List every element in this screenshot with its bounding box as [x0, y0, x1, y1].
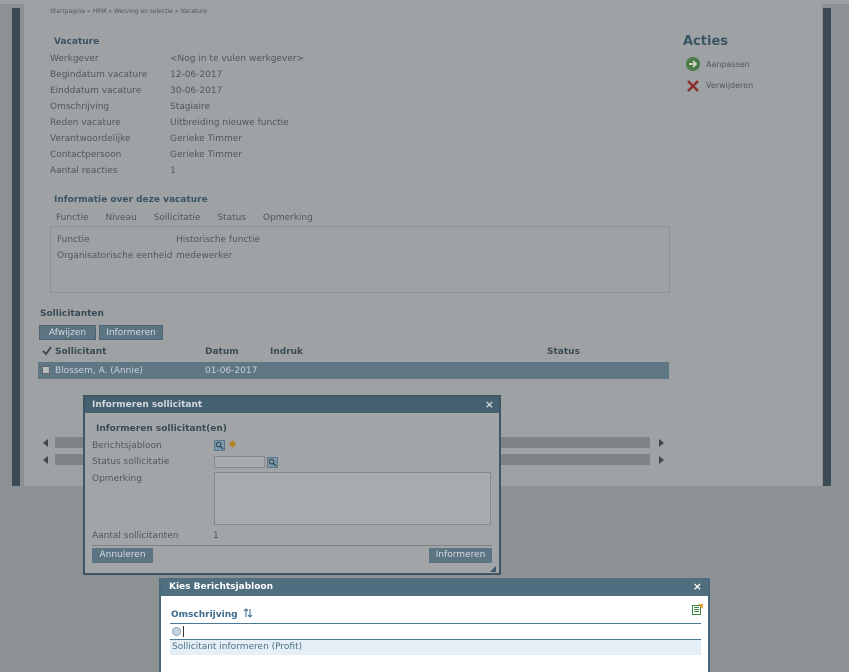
choose-template-dialog: Kies Berichtsjabloon × Omschrijving Soll… [159, 578, 710, 672]
choose-template-header[interactable]: Kies Berichtsjabloon × [161, 578, 708, 596]
scroll-thumb-1b[interactable] [500, 437, 650, 448]
arrow-right-icon[interactable] [686, 57, 700, 71]
sollicitanten-title: Sollicitanten [40, 309, 104, 319]
field-value-werkgever: <Nog in te vulen werkgever> [170, 54, 305, 64]
col-omschrijving[interactable]: Omschrijving [171, 608, 253, 620]
inform-dialog: Informeren sollicitant × Informeren soll… [83, 395, 501, 575]
field-value-verantwoordelijke: Gerieke Timmer [170, 134, 243, 144]
header-divider [170, 623, 701, 624]
col-indruk[interactable]: Indruk [270, 347, 303, 357]
row-checkbox[interactable] [42, 366, 50, 374]
filter-icon[interactable] [172, 627, 181, 636]
filter-input-cursor[interactable] [183, 626, 184, 637]
list-item[interactable]: Sollicitant informeren (Profit) [170, 640, 701, 655]
label-status-sollicitatie: Status sollicitatie [92, 457, 170, 467]
dialog-divider [92, 545, 492, 546]
frame-right-border [823, 8, 831, 486]
choose-template-body: Omschrijving Sollicitant informeren (Pro… [161, 596, 708, 672]
scroll-right-icon[interactable] [659, 456, 664, 464]
field-label-begindatum: Begindatum vacature [50, 70, 148, 80]
row-name: Blossem, A. (Annie) [55, 366, 143, 376]
label-berichtsjabloon: Berichtsjabloon [92, 441, 162, 451]
info-tabs: Functie Niveau Sollicitatie Status Opmer… [56, 213, 327, 223]
row-date: 01-06-2017 [205, 366, 258, 376]
choose-template-title: Kies Berichtsjabloon [169, 582, 274, 592]
status-search-icon[interactable] [267, 457, 278, 468]
col-omschrijving-label: Omschrijving [171, 610, 238, 620]
scroll-left-icon[interactable] [43, 439, 48, 447]
col-datum[interactable]: Datum [205, 347, 239, 357]
resize-grip-icon[interactable] [490, 565, 496, 572]
export-excel-icon[interactable] [692, 604, 703, 615]
value-aantal-sollicitanten: 1 [213, 531, 219, 541]
inform-dialog-title: Informeren sollicitant [92, 400, 203, 410]
col-status[interactable]: Status [547, 347, 580, 357]
field-value-reden: Uitbreiding nieuwe functie [170, 118, 289, 128]
acties-title: Acties [683, 34, 728, 49]
remark-textarea[interactable] [214, 472, 491, 525]
close-icon[interactable]: × [693, 578, 702, 596]
inform-dialog-header[interactable]: Informeren sollicitant × [85, 397, 499, 413]
vacature-title: Vacature [54, 37, 100, 47]
info-label-org-eenheid: Organisatorische eenheid [57, 251, 173, 261]
list-item-label: Sollicitant informeren (Profit) [172, 642, 303, 652]
tab-niveau[interactable]: Niveau [105, 213, 136, 223]
field-value-omschrijving: Stagiaire [170, 102, 211, 112]
label-opmerking: Opmerking [92, 474, 142, 484]
field-value-contactpersoon: Gerieke Timmer [170, 150, 243, 160]
cancel-button[interactable]: Annuleren [92, 548, 153, 563]
field-value-begindatum: 12-06-2017 [170, 70, 223, 80]
info-title: Informatie over deze vacature [54, 195, 208, 205]
field-value-aantal-reacties: 1 [170, 166, 176, 176]
scroll-thumb-1[interactable] [55, 437, 85, 448]
field-label-einddatum: Einddatum vacature [50, 86, 142, 96]
scroll-thumb-2[interactable] [55, 454, 85, 465]
status-input[interactable] [214, 456, 265, 468]
field-label-aantal-reacties: Aantal reacties [50, 166, 118, 176]
scroll-right-icon[interactable] [659, 439, 664, 447]
scroll-thumb-2b[interactable] [500, 454, 650, 465]
delete-x-icon[interactable] [686, 79, 700, 93]
field-label-verantwoordelijke: Verantwoordelijke [50, 134, 131, 144]
select-all-check-icon[interactable] [42, 346, 52, 356]
label-aantal-sollicitanten: Aantal sollicitanten [92, 531, 179, 541]
sort-icon[interactable] [243, 608, 253, 620]
action-verwijderen[interactable]: Verwijderen [706, 81, 753, 90]
new-star-icon[interactable]: ✸ [228, 439, 238, 450]
field-value-einddatum: 30-06-2017 [170, 86, 223, 96]
tab-opmerking[interactable]: Opmerking [263, 213, 313, 223]
action-aanpassen[interactable]: Aanpassen [706, 60, 750, 69]
field-label-reden: Reden vacature [50, 118, 121, 128]
tab-sollicitatie[interactable]: Sollicitatie [154, 213, 201, 223]
submit-inform-button[interactable]: Informeren [429, 548, 492, 563]
frame-left-border [12, 8, 20, 486]
scroll-left-icon[interactable] [43, 456, 48, 464]
info-value-org-eenheid: medewerker [176, 251, 233, 261]
close-icon[interactable]: × [485, 397, 494, 413]
field-label-omschrijving: Omschrijving [50, 102, 110, 112]
lookup-search-icon[interactable] [214, 440, 225, 451]
inform-button[interactable]: Informeren [99, 325, 163, 340]
tab-functie[interactable]: Functie [56, 213, 89, 223]
field-label-contactpersoon: Contactpersoon [50, 150, 122, 160]
breadcrumb[interactable]: Startpagina » HRM » Werving en selectie … [50, 8, 207, 15]
inform-dialog-subtitle: Informeren sollicitant(en) [96, 424, 227, 434]
reject-button[interactable]: Afwijzen [39, 325, 96, 340]
tab-status[interactable]: Status [217, 213, 246, 223]
col-sollicitant[interactable]: Sollicitant [55, 347, 106, 357]
field-label-werkgever: Werkgever [50, 54, 99, 64]
info-value-functie: Historische functie [176, 235, 261, 245]
filter-row[interactable] [170, 625, 701, 638]
info-label-functie: Functie [57, 235, 90, 245]
